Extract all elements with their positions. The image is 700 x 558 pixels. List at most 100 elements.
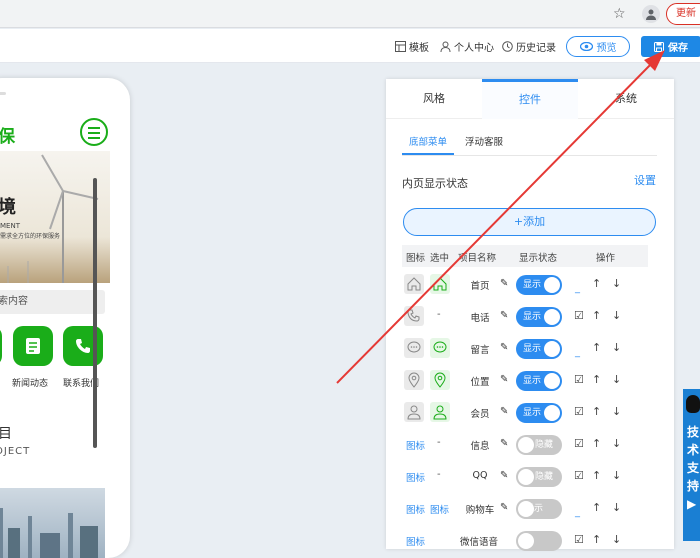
- chat-icon[interactable]: [404, 338, 424, 358]
- template-button[interactable]: 模板: [395, 39, 429, 54]
- move-up-icon[interactable]: ↑: [592, 501, 601, 514]
- icon-link[interactable]: 图标: [406, 502, 425, 516]
- move-down-icon[interactable]: ↓: [612, 437, 621, 450]
- profile-avatar[interactable]: [642, 5, 660, 23]
- site-logo: 保: [0, 127, 15, 147]
- preview-button[interactable]: 预览: [566, 36, 630, 57]
- edit-pencil-icon[interactable]: ✎: [500, 406, 508, 417]
- edit-pencil-icon[interactable]: ✎: [500, 470, 508, 481]
- move-up-icon[interactable]: ↑: [592, 405, 601, 418]
- edit-icon[interactable]: ☑: [574, 533, 584, 546]
- edit-pencil-icon[interactable]: ✎: [500, 374, 508, 385]
- status-toggle[interactable]: 隐藏: [516, 435, 562, 455]
- move-down-icon[interactable]: ↓: [612, 501, 621, 514]
- status-toggle[interactable]: 隐藏: [516, 467, 562, 487]
- hamburger-menu-icon[interactable]: [80, 118, 108, 146]
- icon-link[interactable]: 图标: [406, 438, 425, 452]
- move-down-icon[interactable]: ↓: [612, 405, 621, 418]
- status-toggle[interactable]: 显示: [516, 307, 562, 327]
- selected-icon-link[interactable]: 图标: [430, 502, 449, 516]
- status-toggle[interactable]: [516, 531, 562, 551]
- move-down-icon[interactable]: ↓: [612, 373, 621, 386]
- template-icon: [395, 41, 406, 52]
- settings-panel: 风格 控件 系统 底部菜单 浮动客服 内页显示状态 设置 +添加 图标 选中 项…: [386, 79, 674, 551]
- edit-pencil-icon[interactable]: ✎: [500, 502, 508, 513]
- news-tile[interactable]: [13, 326, 53, 366]
- editor-toolbar: 模板 个人中心 历史记录 预览 保存: [0, 29, 700, 63]
- qq-support-widget[interactable]: 技术支持▶: [683, 389, 700, 541]
- item-name: 信息: [470, 441, 490, 452]
- edit-link[interactable]: _: [575, 283, 580, 294]
- home-icon-selected[interactable]: [430, 274, 450, 294]
- phone-icon[interactable]: [404, 306, 424, 326]
- clock-icon: [502, 41, 513, 52]
- tab-system[interactable]: 系统: [578, 79, 674, 119]
- icon-link[interactable]: 图标: [406, 470, 425, 484]
- edit-link[interactable]: _: [575, 347, 580, 358]
- panel-tabs: 风格 控件 系统: [386, 79, 674, 119]
- table-row: 留言 ✎ 显示 _ ↑ ↓: [402, 333, 657, 365]
- personal-center-button[interactable]: 个人中心: [440, 39, 494, 54]
- location-icon-selected[interactable]: [430, 370, 450, 390]
- move-up-icon[interactable]: ↑: [592, 373, 601, 386]
- personal-center-label: 个人中心: [454, 43, 494, 54]
- edit-pencil-icon[interactable]: ✎: [500, 310, 508, 321]
- move-down-icon[interactable]: ↓: [612, 277, 621, 290]
- header-name: 项目名称: [458, 253, 497, 264]
- edit-pencil-icon[interactable]: ✎: [500, 342, 508, 353]
- move-up-icon[interactable]: ↑: [592, 277, 601, 290]
- tab-style[interactable]: 风格: [386, 79, 482, 119]
- move-down-icon[interactable]: ↓: [612, 533, 621, 546]
- preview-scrollbar[interactable]: [93, 178, 97, 448]
- home-icon[interactable]: [404, 274, 424, 294]
- edit-icon[interactable]: ☑: [574, 309, 584, 322]
- move-up-icon[interactable]: ↑: [592, 309, 601, 322]
- save-icon: [654, 41, 664, 52]
- move-up-icon[interactable]: ↑: [592, 469, 601, 482]
- bookmark-star-icon[interactable]: ☆: [613, 6, 626, 22]
- move-up-icon[interactable]: ↑: [592, 533, 601, 546]
- move-down-icon[interactable]: ↓: [612, 309, 621, 322]
- contact-tile[interactable]: [63, 326, 103, 366]
- move-down-icon[interactable]: ↓: [612, 341, 621, 354]
- save-button[interactable]: 保存: [641, 36, 700, 57]
- edit-pencil-icon[interactable]: ✎: [500, 438, 508, 449]
- browser-update-button[interactable]: 更新: [666, 3, 700, 25]
- edit-icon[interactable]: ☑: [574, 405, 584, 418]
- item-name: 会员: [470, 409, 490, 420]
- add-menu-item-button[interactable]: +添加: [403, 208, 656, 236]
- move-down-icon[interactable]: ↓: [612, 469, 621, 482]
- table-row: 图标 图标 购物车 ✎ 显示 _ ↑ ↓: [402, 493, 657, 525]
- location-icon[interactable]: [404, 370, 424, 390]
- edit-link[interactable]: _: [575, 507, 580, 518]
- subtab-floating-service[interactable]: 浮动客服: [458, 131, 510, 155]
- item-name: 微信语音: [459, 537, 498, 548]
- edit-pencil-icon[interactable]: ✎: [500, 278, 508, 289]
- edit-icon[interactable]: ☑: [574, 373, 584, 386]
- status-toggle[interactable]: 显示: [516, 371, 562, 391]
- edit-icon[interactable]: ☑: [574, 469, 584, 482]
- section-title: 目: [0, 426, 12, 442]
- user-icon[interactable]: [404, 402, 424, 422]
- item-name: 电话: [470, 313, 490, 324]
- edit-icon[interactable]: ☑: [574, 437, 584, 450]
- table-row: - 电话 ✎ 显示 ☑ ↑ ↓: [402, 301, 657, 333]
- chat-icon-selected[interactable]: [430, 338, 450, 358]
- table-row: 位置 ✎ 显示 ☑ ↑ ↓: [402, 365, 657, 397]
- status-toggle[interactable]: 显示: [516, 339, 562, 359]
- search-input[interactable]: 索内容: [0, 290, 105, 314]
- partial-nav-tile[interactable]: [0, 326, 2, 366]
- subtab-bottom-menu[interactable]: 底部菜单: [402, 131, 455, 155]
- item-name: 位置: [470, 377, 490, 388]
- move-up-icon[interactable]: ↑: [592, 341, 601, 354]
- tab-widgets[interactable]: 控件: [482, 79, 578, 119]
- status-toggle[interactable]: 显示: [516, 499, 562, 519]
- history-button[interactable]: 历史记录: [502, 39, 556, 54]
- status-toggle[interactable]: 显示: [516, 275, 562, 295]
- user-icon-selected[interactable]: [430, 402, 450, 422]
- settings-link[interactable]: 设置: [634, 172, 656, 188]
- move-up-icon[interactable]: ↑: [592, 437, 601, 450]
- banner-subtitle: 需求全方位的环保服务: [0, 233, 61, 240]
- status-toggle[interactable]: 显示: [516, 403, 562, 423]
- icon-link[interactable]: 图标: [406, 534, 425, 548]
